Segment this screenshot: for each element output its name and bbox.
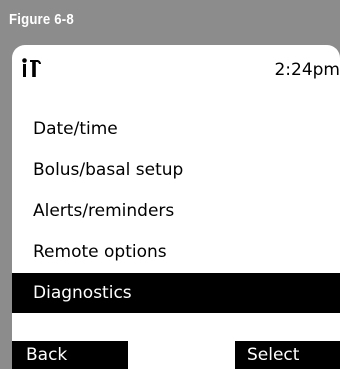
menu-item-diagnostics[interactable]: Diagnostics [12, 273, 340, 313]
select-button[interactable]: Select [235, 341, 340, 369]
figure-label: Figure 6-8 [9, 11, 74, 28]
back-button[interactable]: Back [12, 341, 128, 369]
menu-item-remote-options[interactable]: Remote options [12, 232, 340, 272]
menu-item-date-time[interactable]: Date/time [12, 109, 340, 149]
menu-item-bolus-basal-setup[interactable]: Bolus/basal setup [12, 150, 340, 190]
figure-frame: Figure 6-8 2:24pm Date/time Bolus/basal … [0, 0, 340, 369]
status-bar: 2:24pm [12, 45, 340, 85]
settings-tools-icon [21, 57, 43, 79]
softkey-bar: Back Select [12, 341, 340, 369]
device-screen: 2:24pm Date/time Bolus/basal setup Alert… [12, 45, 340, 369]
menu-item-alerts-reminders[interactable]: Alerts/reminders [12, 191, 340, 231]
clock: 2:24pm [274, 60, 340, 80]
